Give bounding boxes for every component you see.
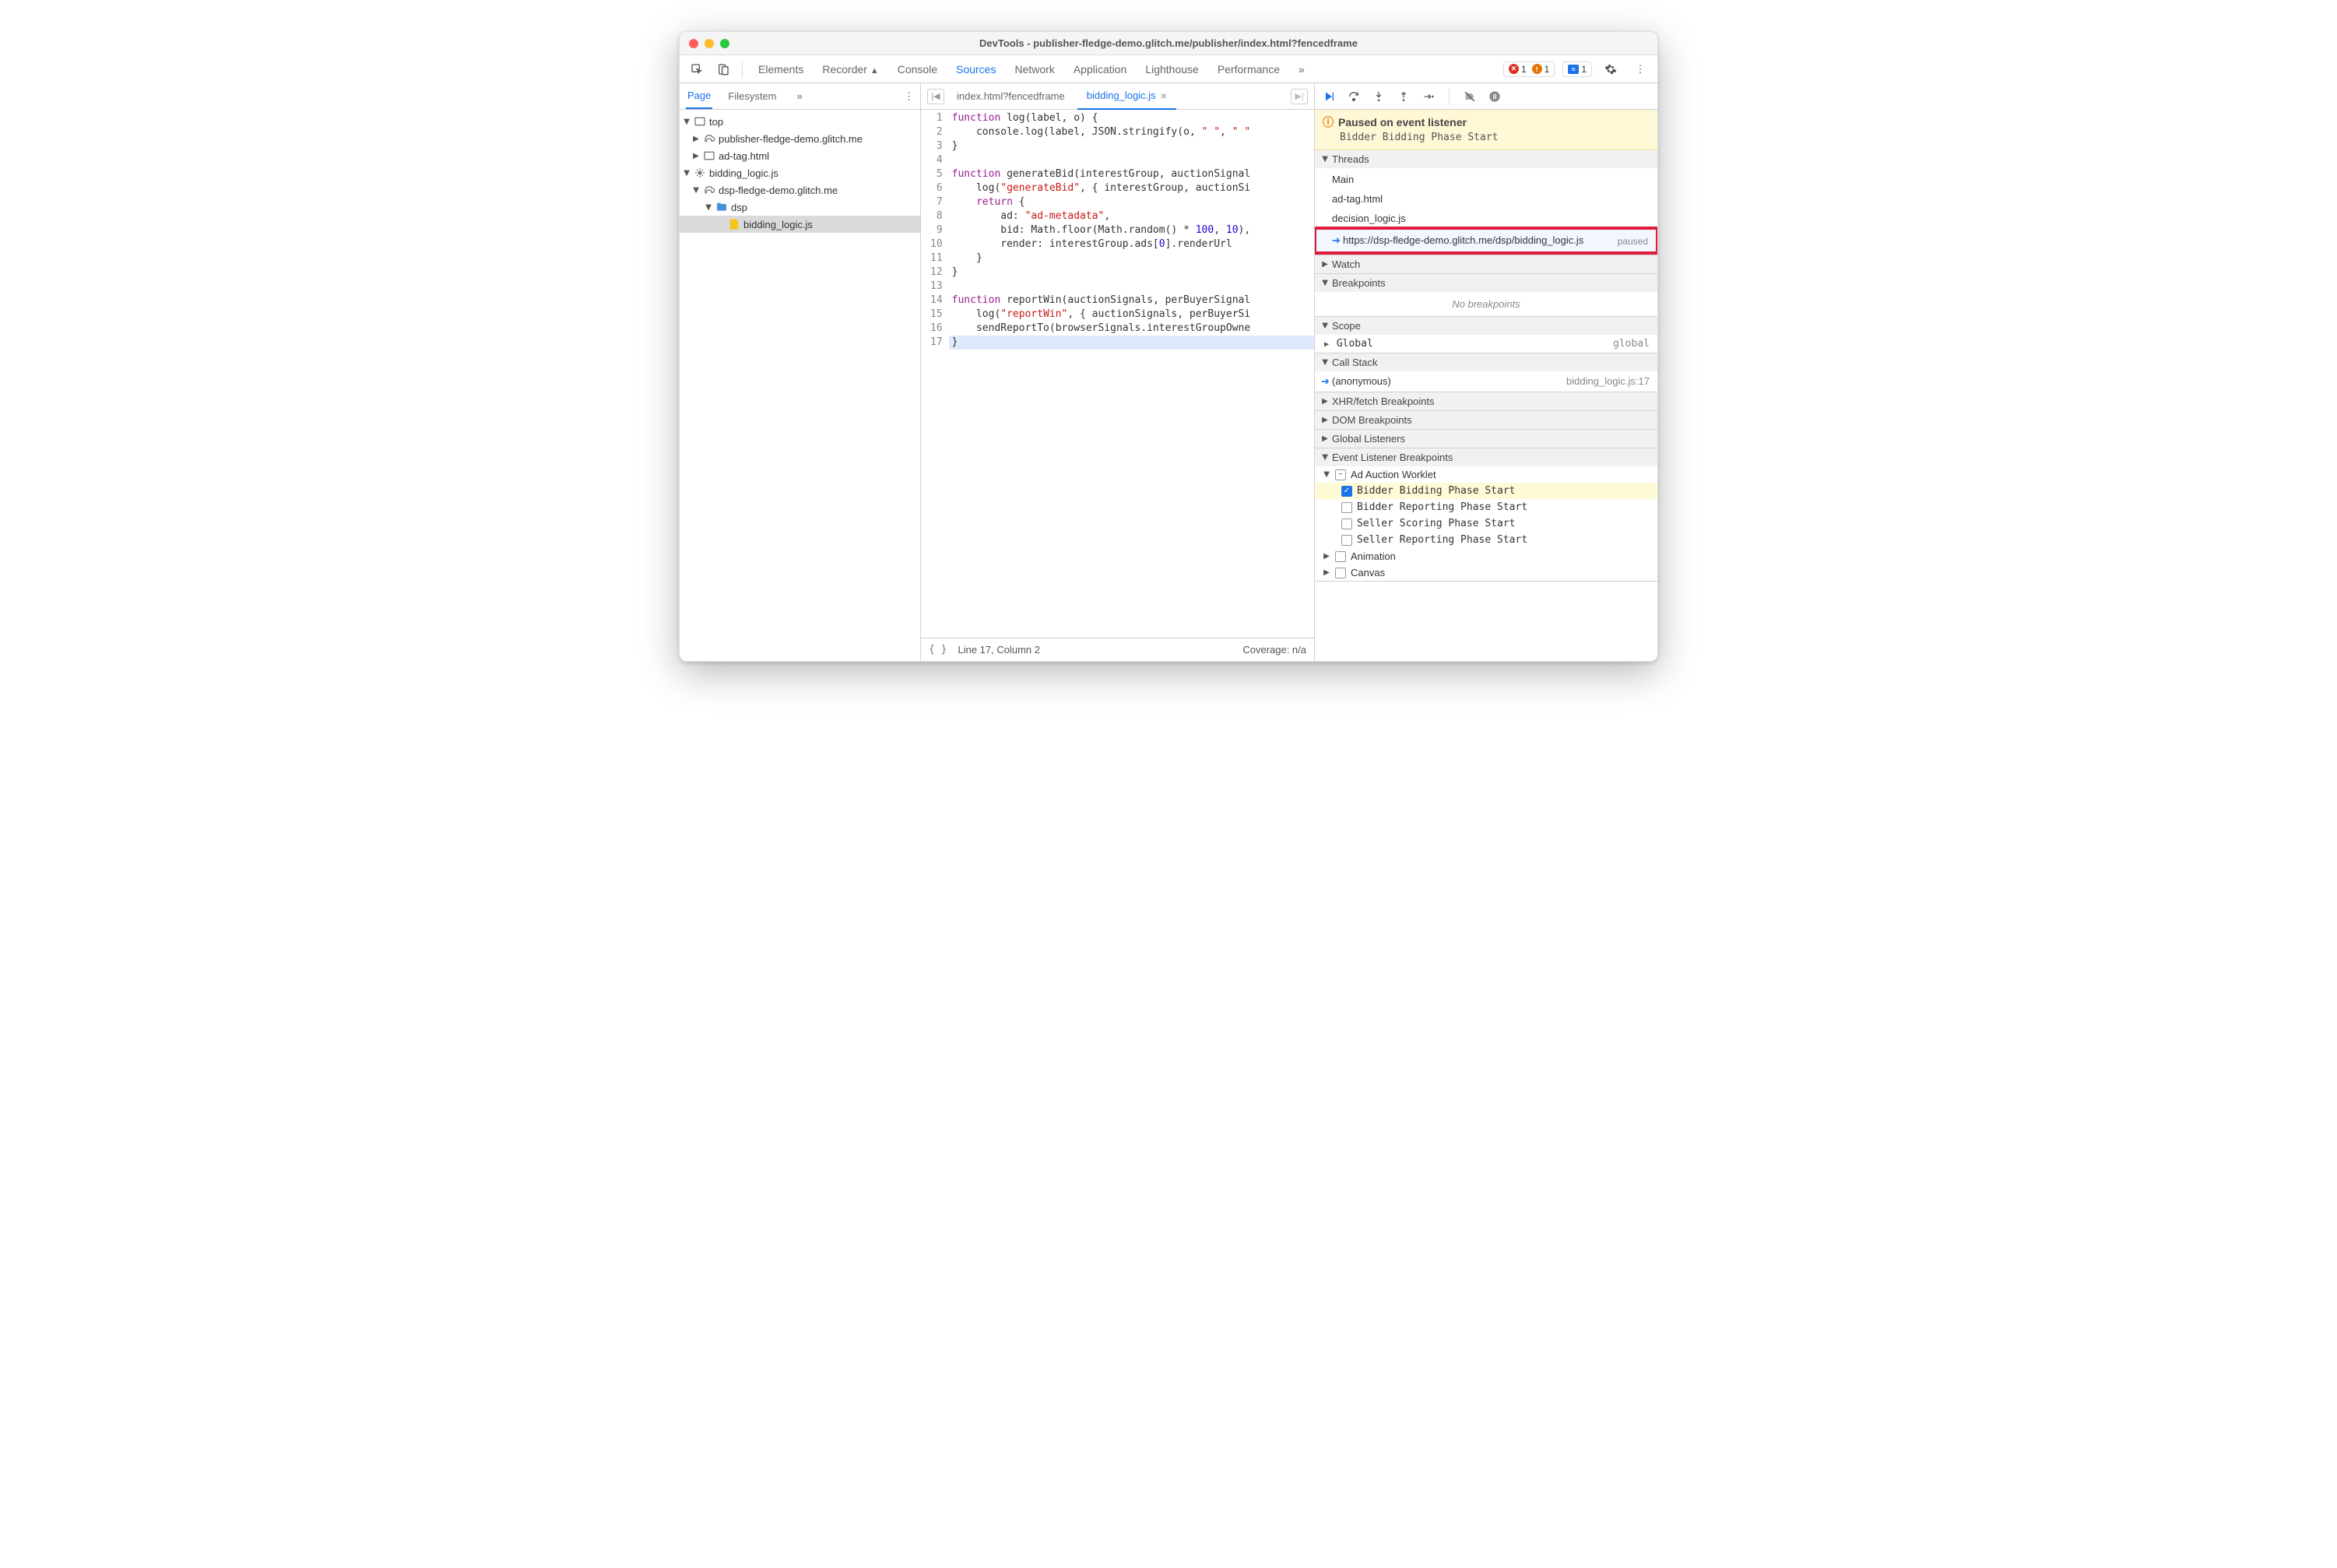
step-icon[interactable] [1421, 89, 1436, 104]
tab-lighthouse[interactable]: Lighthouse [1145, 57, 1199, 82]
editor-statusbar: { } Line 17, Column 2 Coverage: n/a [921, 638, 1314, 661]
tab-application[interactable]: Application [1074, 57, 1127, 82]
main-tabbar: Elements Recorder ▲ Console Sources Netw… [680, 55, 1657, 83]
titlebar: DevTools - publisher-fledge-demo.glitch.… [680, 32, 1657, 55]
callstack-row[interactable]: ➔(anonymous)bidding_logic.js:17 [1315, 371, 1657, 392]
adw-checkbox[interactable]: − [1335, 469, 1346, 480]
messages-badge[interactable]: ≡1 [1562, 62, 1592, 77]
paused-subtitle: Bidder Bidding Phase Start [1340, 132, 1650, 143]
tab-network[interactable]: Network [1014, 57, 1054, 82]
evt-row-1[interactable]: Bidder Reporting Phase Start [1315, 499, 1657, 515]
sidebar-more-icon[interactable]: » [797, 90, 803, 102]
editor-tabs: |◀ index.html?fencedframe bidding_logic.… [921, 83, 1314, 110]
evt-checkbox[interactable]: ✓ [1341, 486, 1352, 497]
paused-banner: ⓘPaused on event listener Bidder Bidding… [1315, 110, 1657, 150]
ad-auction-worklet-row[interactable]: ▶−Ad Auction Worklet [1315, 466, 1657, 483]
evt-row-0[interactable]: ✓Bidder Bidding Phase Start [1315, 483, 1657, 499]
sidebar-menu-icon[interactable]: ⋮ [904, 90, 914, 103]
step-into-icon[interactable] [1371, 89, 1386, 104]
sidebar-tab-filesystem[interactable]: Filesystem [726, 84, 778, 108]
editor-tab-bidding[interactable]: bidding_logic.js× [1077, 83, 1176, 110]
threads-header[interactable]: ▶Threads [1315, 150, 1657, 168]
evt-checkbox[interactable] [1341, 535, 1352, 546]
thread-main[interactable]: Main [1315, 170, 1657, 189]
tree-bidding-root[interactable]: ▶bidding_logic.js [680, 164, 920, 181]
inspect-element-icon[interactable] [686, 58, 708, 80]
canvas-checkbox[interactable] [1335, 568, 1346, 578]
window-title: DevTools - publisher-fledge-demo.glitch.… [680, 37, 1657, 49]
watch-header[interactable]: ▶Watch [1315, 255, 1657, 273]
file-tree: ▶top ▶publisher-fledge-demo.glitch.me ▶a… [680, 110, 920, 661]
gutter: 1234567891011121314151617 [921, 110, 949, 638]
elb-header[interactable]: ▶Event Listener Breakpoints [1315, 448, 1657, 466]
evt-checkbox[interactable] [1341, 519, 1352, 529]
tab-elements[interactable]: Elements [758, 57, 803, 82]
step-over-icon[interactable] [1346, 89, 1362, 104]
code-content[interactable]: function log(label, o) { console.log(lab… [949, 110, 1314, 638]
xhr-header[interactable]: ▶XHR/fetch Breakpoints [1315, 392, 1657, 410]
paused-title: Paused on event listener [1338, 116, 1467, 128]
code-area[interactable]: 1234567891011121314151617 function log(l… [921, 110, 1314, 638]
dom-header[interactable]: ▶DOM Breakpoints [1315, 411, 1657, 429]
deactivate-breakpoints-icon[interactable] [1462, 89, 1478, 104]
tab-recorder[interactable]: Recorder ▲ [822, 57, 878, 82]
devtools-window: DevTools - publisher-fledge-demo.glitch.… [679, 31, 1658, 662]
tree-publisher-domain[interactable]: ▶publisher-fledge-demo.glitch.me [680, 130, 920, 147]
canvas-row[interactable]: ▶Canvas [1315, 564, 1657, 581]
main-area: Page Filesystem » ⋮ ▶top ▶publisher-fled… [680, 83, 1657, 661]
editor-nav-fwd-icon[interactable]: ▶| [1291, 89, 1308, 104]
kebab-menu-icon[interactable]: ⋮ [1629, 58, 1651, 80]
tree-ad-tag[interactable]: ▶ad-tag.html [680, 147, 920, 164]
tree-dsp-folder[interactable]: ▶dsp [680, 199, 920, 216]
callstack-header[interactable]: ▶Call Stack [1315, 353, 1657, 371]
no-breakpoints-label: No breakpoints [1315, 292, 1657, 316]
pause-exceptions-icon[interactable] [1487, 89, 1502, 104]
scope-global-row[interactable]: ▶ Globalglobal [1315, 335, 1657, 353]
tab-performance[interactable]: Performance [1218, 57, 1280, 82]
gl-header[interactable]: ▶Global Listeners [1315, 430, 1657, 448]
debug-panel: ⓘPaused on event listener Bidder Bidding… [1315, 83, 1657, 661]
errors-badge[interactable]: ✕1 !1 [1503, 62, 1555, 77]
device-toggle-icon[interactable] [712, 58, 734, 80]
badges: ✕1 !1 ≡1 ⋮ [1503, 58, 1651, 80]
evt-row-3[interactable]: Seller Reporting Phase Start [1315, 532, 1657, 548]
editor-nav-back-icon[interactable]: |◀ [927, 89, 944, 104]
sidebar-tabs: Page Filesystem » ⋮ [680, 83, 920, 110]
editor-tab-index[interactable]: index.html?fencedframe [947, 84, 1074, 108]
tree-dsp-domain[interactable]: ▶dsp-fledge-demo.glitch.me [680, 181, 920, 199]
tree-top[interactable]: ▶top [680, 113, 920, 130]
scope-header[interactable]: ▶Scope [1315, 317, 1657, 335]
sidebar-tab-page[interactable]: Page [686, 83, 712, 109]
close-tab-icon[interactable]: × [1161, 90, 1167, 102]
tab-sources[interactable]: Sources [956, 57, 996, 82]
thread-bidding-paused[interactable]: ➔https://dsp-fledge-demo.glitch.me/dsp/b… [1315, 228, 1657, 253]
anim-checkbox[interactable] [1335, 551, 1346, 562]
animation-row[interactable]: ▶Animation [1315, 548, 1657, 564]
tree-bidding-file[interactable]: bidding_logic.js [680, 216, 920, 233]
tab-console[interactable]: Console [898, 57, 937, 82]
thread-adtag[interactable]: ad-tag.html [1315, 189, 1657, 209]
settings-icon[interactable] [1600, 58, 1622, 80]
format-icon[interactable]: { } [929, 644, 947, 656]
more-tabs-icon[interactable]: » [1299, 57, 1305, 82]
debug-toolbar [1315, 83, 1657, 110]
editor-column: |◀ index.html?fencedframe bidding_logic.… [921, 83, 1315, 661]
breakpoints-header[interactable]: ▶Breakpoints [1315, 274, 1657, 292]
resume-icon[interactable] [1321, 89, 1337, 104]
step-out-icon[interactable] [1396, 89, 1411, 104]
cursor-position: Line 17, Column 2 [958, 644, 1040, 656]
main-tabs: Elements Recorder ▲ Console Sources Netw… [758, 57, 1305, 82]
thread-decision[interactable]: decision_logic.js [1315, 209, 1657, 228]
evt-row-2[interactable]: Seller Scoring Phase Start [1315, 515, 1657, 532]
sidebar: Page Filesystem » ⋮ ▶top ▶publisher-fled… [680, 83, 921, 661]
evt-checkbox[interactable] [1341, 502, 1352, 513]
coverage-label: Coverage: n/a [1242, 644, 1306, 656]
